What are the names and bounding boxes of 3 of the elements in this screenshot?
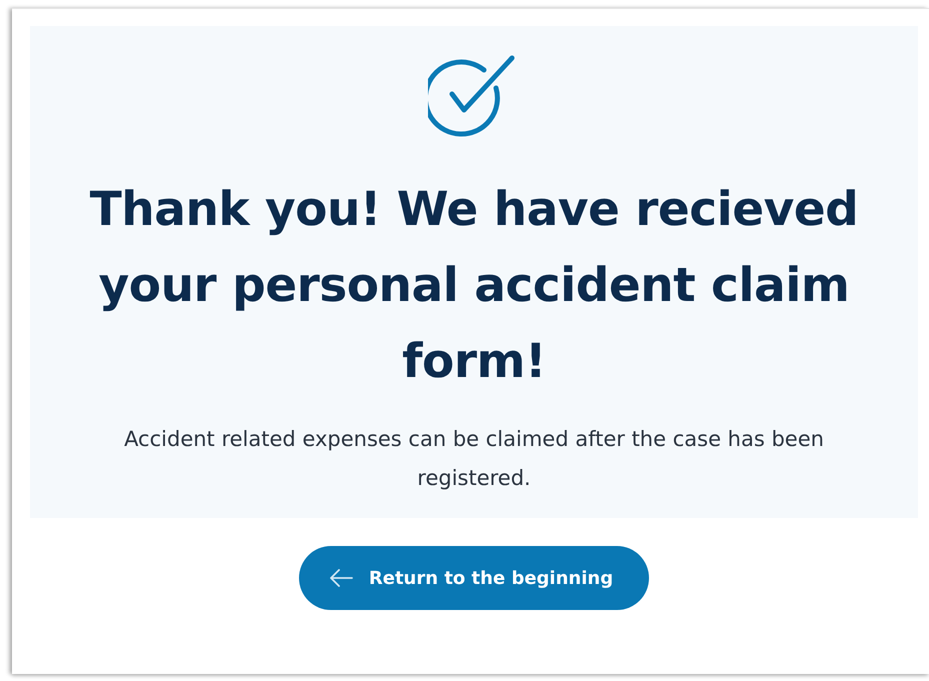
info-message: Accident related expenses can be claimed after the case has been registered. [123, 426, 825, 492]
return-button[interactable]: Return to the beginning [298, 546, 650, 610]
thank-you-heading: Thank you! We have recieved your personal accident claim form! [88, 181, 860, 391]
